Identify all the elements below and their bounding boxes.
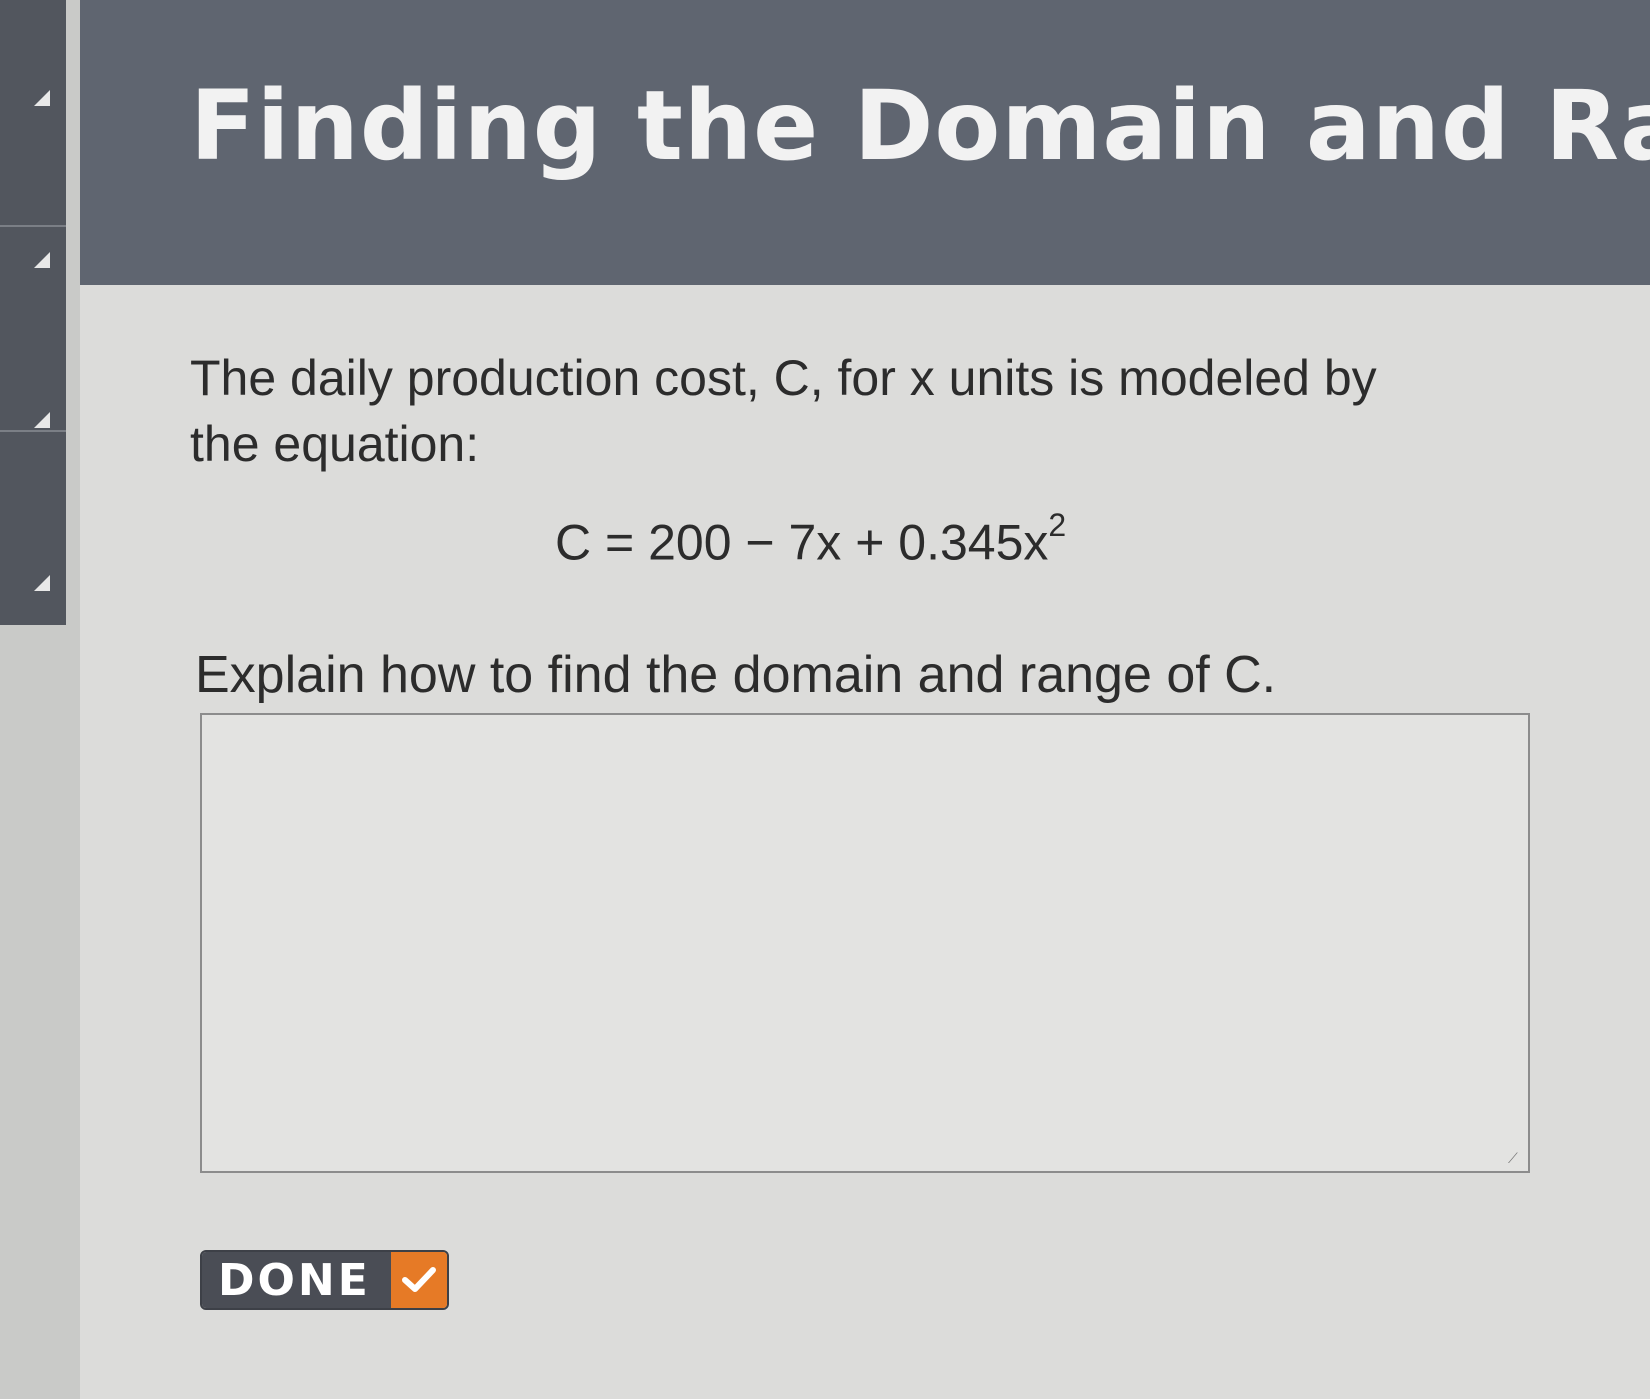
question-panel: The daily production cost, C, for x unit… (80, 285, 1650, 1399)
equation-body: C = 200 − 7x + 0.345x (555, 514, 1049, 571)
page-title: Finding the Domain and Rang (190, 70, 1650, 182)
done-button[interactable]: DONE (200, 1250, 449, 1310)
question-text: The daily production cost, C, for x unit… (190, 350, 1377, 472)
done-button-label: DONE (202, 1252, 391, 1308)
nav-arrow-icon[interactable] (34, 575, 50, 591)
equation-exponent: 2 (1048, 507, 1067, 543)
page-header: Finding the Domain and Rang (80, 0, 1650, 285)
left-nav-panel (0, 0, 66, 625)
checkmark-icon (390, 1252, 447, 1308)
nav-divider (0, 430, 66, 432)
answer-textarea[interactable]: ⟋ (200, 713, 1530, 1173)
resize-handle-icon[interactable]: ⟋ (1508, 1151, 1522, 1165)
nav-arrow-icon[interactable] (34, 90, 50, 106)
equation: C = 200 − 7x + 0.345x2 (555, 507, 1066, 572)
nav-arrow-icon[interactable] (34, 252, 50, 268)
nav-divider (0, 225, 66, 227)
question-prompt: Explain how to find the domain and range… (195, 646, 1277, 704)
nav-arrow-icon[interactable] (34, 412, 50, 428)
screen: Finding the Domain and Rang The daily pr… (0, 0, 1650, 1399)
